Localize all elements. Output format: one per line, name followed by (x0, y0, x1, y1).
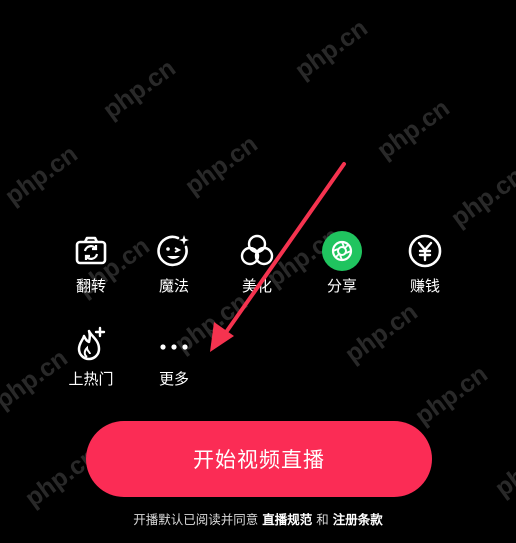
tool-share[interactable]: 分享 (310, 231, 374, 295)
tool-label: 赚钱 (409, 277, 440, 295)
tool-beautify[interactable]: 美化 (225, 231, 289, 295)
watermark: php.cn (0, 139, 83, 211)
tool-label: 更多 (158, 370, 189, 388)
tool-label: 魔法 (158, 277, 189, 295)
watermark: php.cn (372, 93, 455, 165)
agreement-and: 和 (316, 512, 329, 527)
flame-plus-icon (71, 324, 111, 364)
tool-label: 翻转 (75, 277, 106, 295)
share-shutter-icon (322, 231, 362, 271)
tool-more[interactable]: 更多 (142, 324, 206, 388)
watermark: php.cn (410, 359, 493, 431)
tool-magic[interactable]: 魔法 (142, 231, 206, 295)
tool-label: 分享 (326, 277, 357, 295)
start-live-button[interactable]: 开始视频直播 (86, 421, 432, 497)
watermark: php.cn (340, 297, 423, 369)
more-dots-icon (154, 324, 194, 364)
magic-face-icon (154, 231, 194, 271)
watermark: php.cn (490, 431, 516, 503)
tool-hot[interactable]: 上热门 (59, 324, 123, 388)
agreement-prefix: 开播默认已阅读并同意 (133, 512, 259, 527)
tool-label: 上热门 (68, 370, 114, 388)
tool-flip[interactable]: 翻转 (59, 231, 123, 295)
yuan-coin-icon (405, 231, 445, 271)
tool-earn[interactable]: 赚钱 (393, 231, 457, 295)
watermark: php.cn (98, 53, 181, 125)
live-rules-link[interactable]: 直播规范 (262, 512, 312, 527)
watermark: php.cn (290, 13, 373, 85)
tool-label: 美化 (241, 277, 272, 295)
watermark: php.cn (446, 161, 516, 233)
flip-camera-icon (71, 231, 111, 271)
watermark: php.cn (180, 129, 263, 201)
agreement-text: 开播默认已阅读并同意 直播规范 和 注册条款 (0, 509, 516, 528)
beautify-icon (237, 231, 277, 271)
terms-link[interactable]: 注册条款 (333, 512, 383, 527)
